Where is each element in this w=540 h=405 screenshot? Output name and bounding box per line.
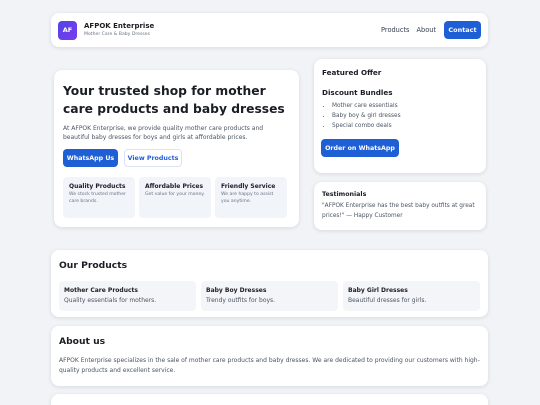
feature-title: Affordable Prices	[145, 183, 204, 190]
main-nav: Products About Contact	[381, 21, 481, 39]
feature-list: Quality Products We stock trusted mother…	[63, 177, 290, 218]
product-list: Mother Care Products Quality essentials …	[59, 281, 480, 311]
section-title: Our Products	[59, 260, 128, 271]
list-item: Special combo deals	[332, 121, 478, 131]
section-title: About us	[59, 336, 106, 347]
product-baby-girl: Baby Girl Dresses Beautiful dresses for …	[343, 281, 480, 311]
feature-service: Friendly Service We are happy to assist …	[215, 177, 287, 218]
feature-description: We are happy to assist you anytime.	[221, 192, 274, 204]
order-whatsapp-button[interactable]: Order on WhatsApp	[321, 139, 399, 157]
view-products-button[interactable]: View Products	[124, 149, 182, 167]
product-title: Mother Care Products	[64, 287, 138, 294]
product-baby-boy: Baby Boy Dresses Trendy outfits for boys…	[201, 281, 338, 311]
featured-offer-card: Featured Offer Discount Bundles Mother c…	[314, 59, 486, 173]
brand-block: AFPOK Enterprise Mother Care & Baby Dres…	[84, 22, 154, 38]
feature-title: Quality Products	[69, 183, 126, 190]
product-title: Baby Girl Dresses	[348, 287, 408, 294]
about-text: AFPOK Enterprise specializes in the sale…	[59, 357, 480, 374]
feature-prices: Affordable Prices Get value for your mon…	[139, 177, 211, 218]
hero-actions: WhatsApp Us View Products	[63, 149, 290, 167]
brand-tagline: Mother Care & Baby Dresses	[84, 32, 151, 37]
list-item: Mother care essentials	[332, 101, 478, 111]
whatsapp-button[interactable]: WhatsApp Us	[63, 149, 118, 167]
nav-products-link[interactable]: Products	[381, 26, 409, 34]
product-mother-care: Mother Care Products Quality essentials …	[59, 281, 196, 311]
feature-title: Friendly Service	[221, 183, 276, 190]
testimonial-quote: "AFPOK Enterprise has the best baby outf…	[322, 203, 475, 219]
offer-heading: Featured Offer	[322, 68, 382, 77]
hero-title: Your trusted shop for mother care produc…	[63, 84, 285, 116]
list-item: Baby boy & girl dresses	[332, 111, 478, 121]
contact-button[interactable]: Contact	[444, 21, 481, 39]
site-header: AF AFPOK Enterprise Mother Care & Baby D…	[51, 13, 488, 47]
product-description: Beautiful dresses for girls.	[348, 297, 427, 304]
feature-description: We stock trusted mother care brands.	[69, 192, 126, 204]
feature-description: Get value for your money.	[145, 192, 205, 197]
feature-quality: Quality Products We stock trusted mother…	[63, 177, 135, 218]
testimonials-card: Testimonials "AFPOK Enterprise has the b…	[314, 182, 486, 230]
offer-list: Mother care essentials Baby boy & girl d…	[332, 101, 478, 131]
nav-about-link[interactable]: About	[417, 26, 437, 34]
next-section-card	[51, 394, 488, 405]
hero-card: Your trusted shop for mother care produc…	[54, 70, 299, 227]
product-description: Quality essentials for mothers.	[64, 297, 157, 304]
product-description: Trendy outfits for boys.	[206, 297, 276, 304]
product-title: Baby Boy Dresses	[206, 287, 267, 294]
offer-subheading: Discount Bundles	[322, 88, 393, 97]
brand-name: AFPOK Enterprise	[84, 22, 155, 30]
hero-description: At AFPOK Enterprise, we provide quality …	[63, 125, 264, 141]
about-section: About us AFPOK Enterprise specializes in…	[51, 326, 488, 386]
products-section: Our Products Mother Care Products Qualit…	[51, 250, 488, 317]
testimonials-heading: Testimonials	[322, 191, 367, 198]
brand-logo[interactable]: AF	[58, 20, 77, 40]
